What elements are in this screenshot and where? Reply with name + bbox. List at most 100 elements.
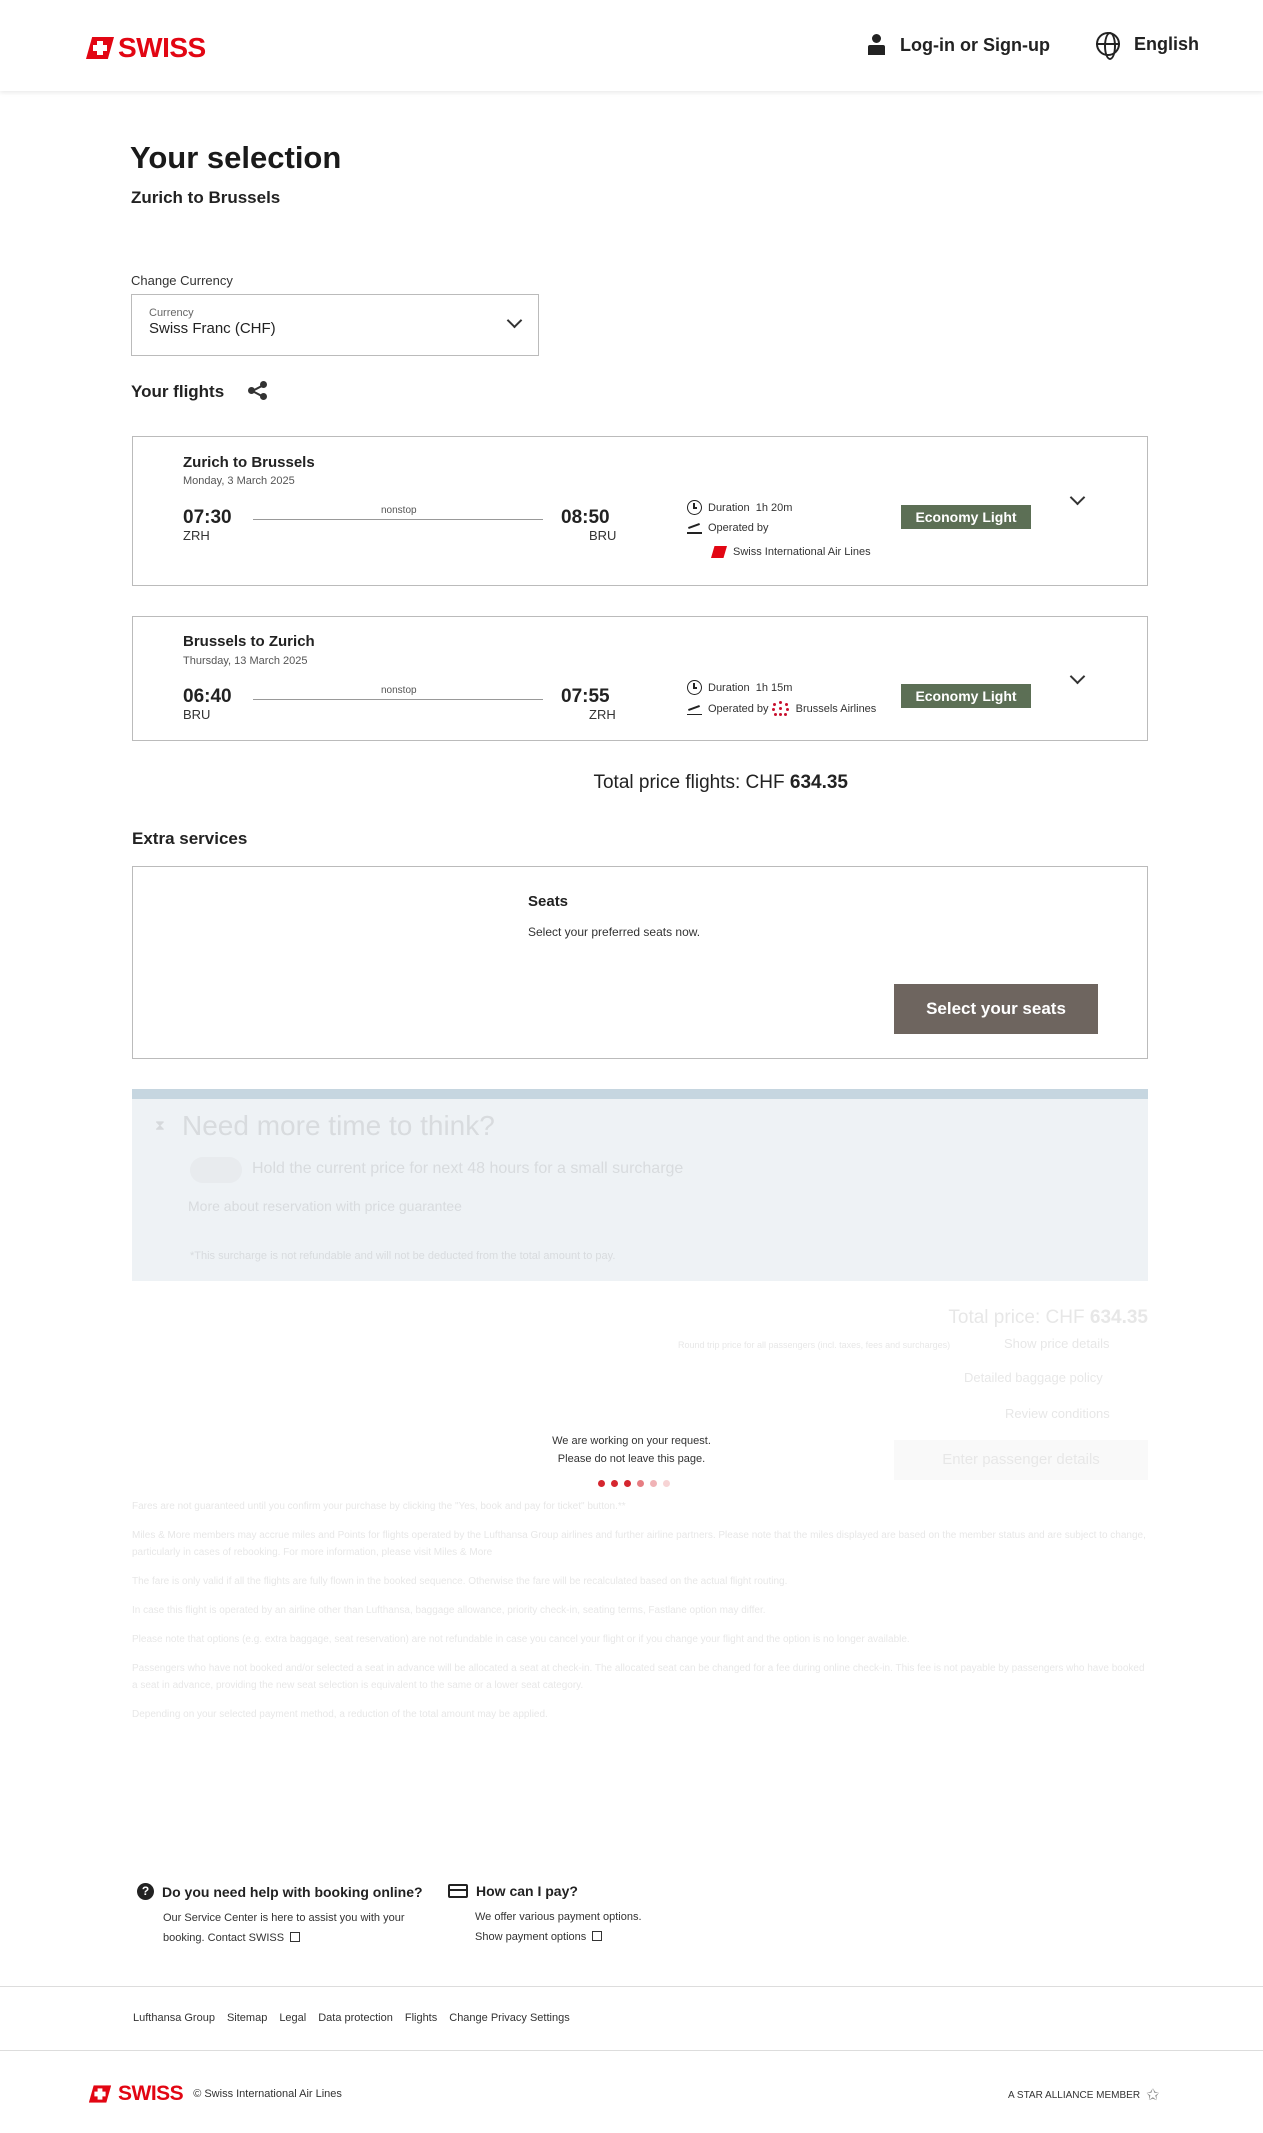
page-title: Your selection: [130, 140, 342, 175]
footer-link[interactable]: Change Privacy Settings: [449, 2012, 569, 2024]
pay-title: How can I pay?: [476, 1883, 578, 1899]
seats-text: Select your preferred seats now.: [528, 925, 701, 939]
language-label: English: [1134, 33, 1200, 54]
swiss-logo[interactable]: SWISS: [86, 32, 206, 64]
loading-line2: Please do not leave this page.: [557, 1453, 706, 1465]
footer-link[interactable]: Data protection: [318, 2012, 393, 2024]
language-selector[interactable]: English: [1096, 32, 1200, 60]
flight-route: Brussels to Zurich: [183, 633, 315, 650]
footer-link[interactable]: Flights: [405, 2012, 437, 2024]
globe-icon: [1096, 32, 1120, 60]
currency-field-label: Currency: [149, 307, 194, 319]
your-flights-title: Your flights: [131, 382, 225, 401]
hourglass-icon: ⧗: [155, 1117, 165, 1133]
brussels-airline-icon: [771, 701, 790, 717]
price-details-link[interactable]: Show price details: [1004, 1336, 1110, 1351]
login-link[interactable]: Log-in or Sign-up: [868, 34, 1050, 56]
plane-icon: [687, 521, 702, 534]
help-block: ? Do you need help with booking online? …: [137, 1883, 423, 1948]
question-icon: ?: [137, 1883, 154, 1900]
stops-label: nonstop: [381, 685, 417, 696]
star-alliance: A STAR ALLIANCE MEMBER ✩: [1008, 2085, 1159, 2105]
flight-line: [253, 519, 543, 520]
note-item: In case this flight is operated by an ai…: [132, 1605, 766, 1616]
hold-more-link[interactable]: More about reservation with price guaran…: [188, 1198, 462, 1214]
flight-route: Zurich to Brussels: [183, 454, 315, 471]
total-label: Total price flights: CHF: [593, 772, 785, 793]
footer-link[interactable]: Legal: [279, 2012, 306, 2024]
external-link-icon: [290, 1932, 301, 1942]
footer-link[interactable]: Sitemap: [227, 2012, 267, 2024]
hold-title: Need more time to think?: [182, 1110, 495, 1141]
duration-label: Duration: [708, 681, 750, 694]
arrival-code: BRU: [589, 528, 617, 543]
note-item: Miles & More members may accrue miles an…: [132, 1530, 1146, 1558]
baggage-link[interactable]: Detailed baggage policy: [964, 1370, 1103, 1385]
operated-info: Operated by Brussels Airlines: [687, 701, 876, 717]
chevron-down-icon[interactable]: [1069, 668, 1086, 685]
operated-label: Operated by: [708, 521, 769, 534]
fare-badge: Economy Light: [901, 684, 1031, 708]
note-item: Passengers who have not booked and/or se…: [132, 1663, 1145, 1691]
arrival-time: 07:55: [561, 686, 610, 707]
chevron-down-icon[interactable]: [1069, 489, 1086, 506]
brand-name: SWISS: [118, 32, 206, 63]
clock-icon: [687, 500, 702, 515]
currency-select[interactable]: Currency Swiss Franc (CHF): [131, 294, 539, 356]
conditions-link[interactable]: Review conditions: [1005, 1406, 1110, 1421]
note-item: Fares are not guaranteed until you confi…: [132, 1501, 626, 1512]
departure-time: 06:40: [183, 686, 232, 707]
duration-value: 1h 20m: [755, 501, 793, 514]
total-price-flights: Total price flights: CHF 634.35: [593, 772, 848, 794]
duration-info: Duration 1h 20m: [687, 500, 792, 515]
notes-list: Fares are not guaranteed until you confi…: [132, 1498, 1148, 1723]
contact-swiss-label: booking. Contact SWISS: [163, 1932, 285, 1944]
footer-brand: SWISS: [118, 2082, 184, 2105]
flight-card-outbound[interactable]: Zurich to Brussels Monday, 3 March 2025 …: [132, 436, 1148, 586]
loading-spinner: [598, 1480, 670, 1487]
extra-services-title: Extra services: [132, 829, 248, 848]
summary-total: Total price: CHF 634.35: [948, 1307, 1148, 1329]
currency-value: Swiss Franc (CHF): [149, 320, 276, 337]
footer-link[interactable]: Lufthansa Group: [133, 2012, 215, 2024]
select-seats-button[interactable]: Select your seats: [894, 984, 1098, 1034]
contact-swiss-link[interactable]: booking. Contact SWISS: [163, 1928, 423, 1948]
site-header: SWISS Log-in or Sign-up English: [0, 0, 1263, 91]
footer-swiss-logo[interactable]: SWISS © Swiss International Air Lines: [86, 2082, 342, 2106]
departure-code: ZRH: [183, 528, 210, 543]
fare-badge: Economy Light: [901, 505, 1031, 529]
help-booking-text: Our Service Center is here to assist you…: [163, 1912, 405, 1924]
hold-note: *This surcharge is not refundable and wi…: [190, 1250, 616, 1262]
external-link-icon: [592, 1931, 603, 1941]
plane-icon: [687, 703, 702, 716]
footer-divider: [0, 2050, 1263, 2051]
star-alliance-icon: ✩: [1146, 2087, 1160, 2104]
flight-date: Thursday, 13 March 2025: [183, 655, 308, 667]
hold-toggle[interactable]: [190, 1157, 242, 1183]
user-icon: [868, 34, 886, 56]
payment-options-link[interactable]: Show payment options: [475, 1927, 642, 1947]
swiss-flag-icon: [86, 37, 114, 59]
flight-date: Monday, 3 March 2025: [183, 475, 295, 487]
page-route: Zurich to Brussels: [131, 188, 281, 207]
copyright: © Swiss International Air Lines: [193, 2088, 342, 2100]
alliance-label: A STAR ALLIANCE MEMBER: [1008, 2089, 1141, 2101]
hold-toggle-text: Hold the current price for next 48 hours…: [252, 1160, 684, 1177]
round-trip-text: Round trip price for all passengers (inc…: [678, 1340, 951, 1350]
note-item: Please note that options (e.g. extra bag…: [132, 1634, 910, 1645]
login-label: Log-in or Sign-up: [900, 34, 1050, 55]
arrival-code: ZRH: [589, 707, 616, 722]
operated-label: Operated by: [708, 703, 769, 715]
payment-block: How can I pay? We offer various payment …: [448, 1883, 642, 1947]
stops-label: nonstop: [381, 505, 417, 516]
share-icon[interactable]: [248, 381, 268, 401]
swiss-flag-icon: [88, 2085, 112, 2103]
note-item: The fare is only valid if all the flight…: [132, 1576, 788, 1587]
swiss-airline-icon: [711, 546, 727, 558]
clock-icon: [687, 680, 702, 695]
help-booking-title: Do you need help with booking online?: [162, 1883, 423, 1900]
flight-card-return[interactable]: Brussels to Zurich Thursday, 13 March 20…: [132, 616, 1148, 741]
change-currency-label: Change Currency: [131, 273, 233, 288]
departure-code: BRU: [183, 707, 211, 722]
duration-value: 1h 15m: [755, 681, 793, 694]
